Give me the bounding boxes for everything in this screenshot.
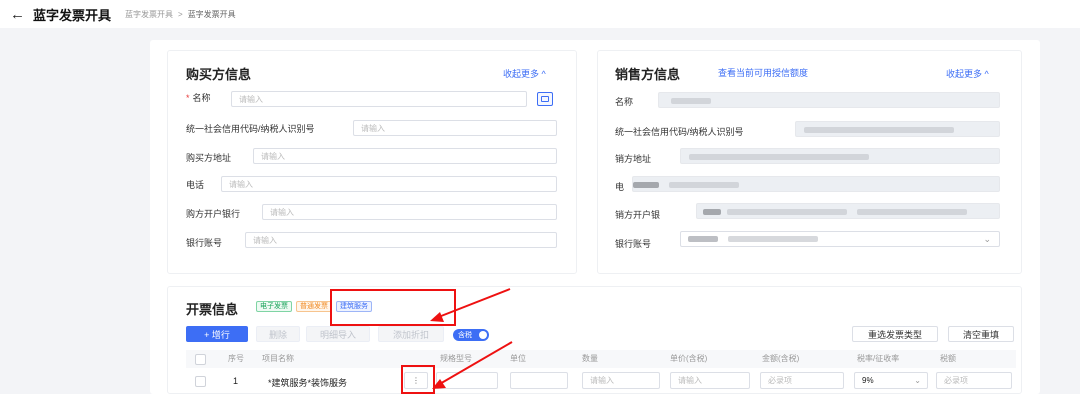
breadcrumb-item-current: 蓝字发票开具 <box>187 9 236 19</box>
seller-collapse-button[interactable]: 收起更多 ^ <box>946 67 989 80</box>
tag-electronic-invoice: 电子发票 <box>256 301 292 312</box>
row-checkbox[interactable] <box>195 376 206 387</box>
seller-name-row: 名称 <box>615 95 633 108</box>
col-unit-price: 单价(含税) <box>670 354 708 363</box>
redacted-text <box>689 154 869 160</box>
buyer-phone-label: 电话 <box>186 180 205 190</box>
buyer-account-input[interactable]: 请输入 <box>245 232 557 248</box>
row-quantity-input[interactable]: 请输入 <box>582 372 660 389</box>
seller-address-row: 销方地址 <box>615 152 651 165</box>
id-card-icon[interactable] <box>537 92 553 106</box>
col-tax-amount: 税额 <box>940 354 956 363</box>
row-unit-input[interactable] <box>510 372 568 389</box>
clear-refill-button[interactable]: 清空重填 <box>948 326 1014 342</box>
buyer-collapse-button[interactable]: 收起更多 ^ <box>503 67 546 80</box>
buyer-name-label: 名称 <box>192 93 211 103</box>
col-index: 序号 <box>228 354 244 363</box>
seller-bank-row: 销方开户银 <box>615 208 660 221</box>
arrow-left-icon[interactable]: ← <box>10 7 25 22</box>
buyer-bank-row: 购方开户银行 <box>186 207 240 220</box>
seller-taxid-row: 统一社会信用代码/纳税人识别号 <box>615 125 744 138</box>
row-index: 1 <box>233 376 239 386</box>
seller-phone-label: 电 <box>615 182 625 192</box>
redacted-account <box>688 231 868 247</box>
seller-taxid-field <box>795 121 1000 137</box>
redacted-text <box>688 236 718 242</box>
breadcrumb-item-parent[interactable]: 蓝字发票开具 <box>125 10 173 19</box>
breadcrumb-separator: > <box>178 9 183 19</box>
toggle-knob <box>479 331 487 339</box>
row-spec-input[interactable] <box>436 372 498 389</box>
page-title: 蓝字发票开具 <box>33 7 112 23</box>
required-mark: * <box>186 92 190 103</box>
redacted-text <box>703 209 721 215</box>
tag-normal-invoice: 普通发票 <box>296 301 332 312</box>
seller-account-select[interactable]: ⌄ <box>680 231 1000 247</box>
buyer-account-label: 银行账号 <box>186 238 223 248</box>
annotation-box-tag <box>330 289 456 326</box>
tax-included-label: 含税 <box>458 332 472 339</box>
buyer-title: 购买方信息 <box>186 67 252 82</box>
credit-quota-link[interactable]: 查看当前可用授信额度 <box>718 66 808 79</box>
row-amount-input[interactable]: 必录项 <box>760 372 844 389</box>
invoice-title: 开票信息 <box>186 302 239 317</box>
row-tax-amount-input[interactable]: 必录项 <box>936 372 1012 389</box>
redacted-text <box>804 127 954 133</box>
row-tax-rate-value: 9% <box>862 376 874 385</box>
annotation-box-more <box>401 365 435 394</box>
seller-bank-field <box>696 203 1000 219</box>
redacted-text <box>633 182 659 188</box>
seller-phone-row: 电 <box>615 180 624 193</box>
buyer-address-row: 购买方地址 <box>186 151 231 164</box>
col-amount: 金额(含税) <box>762 354 800 363</box>
col-item-name: 项目名称 <box>262 354 294 363</box>
detail-import-button[interactable]: 明细导入 <box>306 326 370 342</box>
row-tax-rate-select[interactable]: 9% ⌄ <box>854 372 928 389</box>
buyer-address-input[interactable]: 请输入 <box>253 148 557 164</box>
add-row-button[interactable]: + 增行 <box>186 326 248 342</box>
seller-title: 销售方信息 <box>615 67 681 82</box>
buyer-account-row: 银行账号 <box>186 236 222 249</box>
select-all-checkbox[interactable] <box>195 354 206 365</box>
col-unit: 单位 <box>510 354 526 363</box>
buyer-phone-row: 电话 <box>186 178 204 191</box>
col-quantity: 数量 <box>582 354 598 363</box>
seller-account-row: 银行账号 <box>615 237 651 250</box>
chevron-down-icon[interactable]: ⌄ <box>983 234 991 245</box>
col-tax-rate: 税率/征收率 <box>857 354 900 363</box>
buyer-taxid-input[interactable]: 请输入 <box>353 120 557 136</box>
redacted-text <box>671 98 711 104</box>
reselect-invoice-type-button[interactable]: 重选发票类型 <box>852 326 938 342</box>
buyer-phone-input[interactable]: 请输入 <box>221 176 557 192</box>
row-item-name[interactable]: *建筑服务*装饰服务 <box>268 376 347 389</box>
row-unit-price-input[interactable]: 请输入 <box>670 372 750 389</box>
seller-account-label: 银行账号 <box>615 239 652 249</box>
buyer-name-input[interactable]: 请输入 <box>231 91 527 107</box>
seller-address-field <box>680 148 1000 164</box>
seller-phone-field <box>632 176 1000 192</box>
seller-name-label: 名称 <box>615 97 634 107</box>
seller-name-field <box>658 92 1000 108</box>
tax-included-toggle[interactable]: 含税 <box>453 329 489 341</box>
buyer-name-row: * 名称 <box>186 91 211 104</box>
buyer-bank-input[interactable]: 请输入 <box>262 204 557 220</box>
delete-button[interactable]: 删除 <box>256 326 300 342</box>
buyer-address-label: 购买方地址 <box>186 153 232 163</box>
redacted-text <box>727 209 847 215</box>
top-bar: ← 蓝字发票开具 蓝字发票开具 > 蓝字发票开具 <box>0 0 1080 28</box>
seller-address-label: 销方地址 <box>615 154 652 164</box>
buyer-taxid-row: 统一社会信用代码/纳税人识别号 <box>186 122 315 135</box>
chevron-down-icon: ⌄ <box>914 376 921 385</box>
buyer-taxid-label: 统一社会信用代码/纳税人识别号 <box>186 124 315 134</box>
add-discount-button[interactable]: 添加折扣 <box>378 326 444 342</box>
col-spec: 规格型号 <box>440 354 472 363</box>
seller-taxid-label: 统一社会信用代码/纳税人识别号 <box>615 127 744 137</box>
redacted-text <box>728 236 818 242</box>
seller-bank-label: 销方开户银 <box>615 210 661 220</box>
redacted-text <box>857 209 967 215</box>
buyer-bank-label: 购方开户银行 <box>186 209 241 219</box>
redacted-text <box>669 182 739 188</box>
breadcrumb: 蓝字发票开具 > 蓝字发票开具 <box>125 9 236 20</box>
